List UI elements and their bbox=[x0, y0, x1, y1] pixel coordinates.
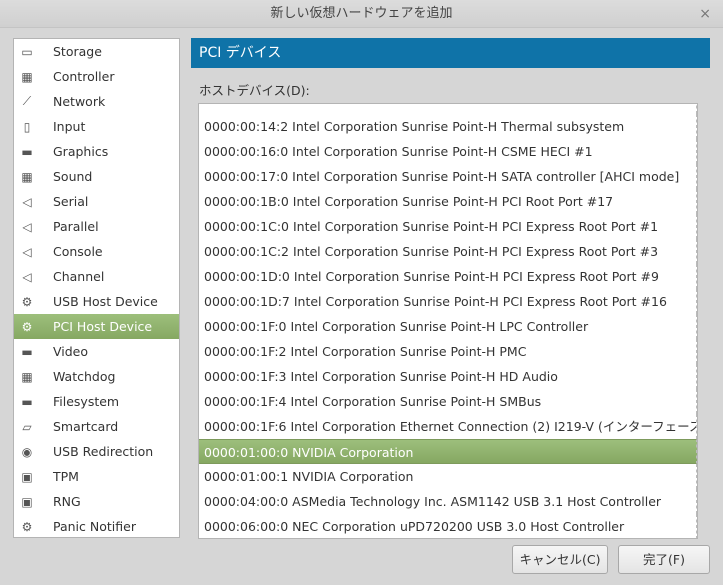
plug-icon: ◁ bbox=[22, 194, 32, 209]
network-icon: ⟋ bbox=[22, 94, 32, 108]
list-item-partial[interactable] bbox=[199, 104, 697, 114]
page-title: PCI デバイス bbox=[191, 38, 710, 68]
monitor-icon: ▬ bbox=[21, 144, 33, 159]
finish-button[interactable]: 完了(F) bbox=[618, 545, 710, 574]
mouse-icon: ▯ bbox=[23, 119, 31, 134]
list-item[interactable]: 0000:00:14:2 Intel Corporation Sunrise P… bbox=[199, 114, 697, 139]
list-item[interactable]: 0000:06:00:0 NEC Corporation uPD720200 U… bbox=[199, 514, 697, 538]
sidebar-item-label: Storage bbox=[53, 44, 102, 59]
list-item[interactable]: 0000:04:00:0 ASMedia Technology Inc. ASM… bbox=[199, 489, 697, 514]
sidebar-item-parallel[interactable]: ◁ Parallel bbox=[14, 214, 179, 239]
list-item[interactable]: 0000:01:00:1 NVIDIA Corporation bbox=[199, 464, 697, 489]
sidebar-item-video[interactable]: ▬ Video bbox=[14, 339, 179, 364]
folder-icon: ▬ bbox=[21, 394, 33, 409]
sidebar-item-label: Filesystem bbox=[53, 394, 120, 409]
sidebar-item-label: Controller bbox=[53, 69, 115, 84]
close-icon[interactable]: × bbox=[699, 0, 711, 28]
list-item[interactable]: 0000:00:16:0 Intel Corporation Sunrise P… bbox=[199, 139, 697, 164]
list-item[interactable]: 0000:00:1C:0 Intel Corporation Sunrise P… bbox=[199, 214, 697, 239]
plug-icon: ◁ bbox=[22, 244, 32, 259]
sidebar-item-label: USB Host Device bbox=[53, 294, 158, 309]
sidebar-item-controller[interactable]: ▦ Controller bbox=[14, 64, 179, 89]
watchdog-icon: ▦ bbox=[21, 369, 33, 384]
sidebar-item-label: Channel bbox=[53, 269, 105, 284]
sidebar-item-pci-host-device[interactable]: ⚙ PCI Host Device bbox=[14, 314, 179, 339]
list-item[interactable]: 0000:00:1D:7 Intel Corporation Sunrise P… bbox=[199, 289, 697, 314]
controller-icon: ▦ bbox=[21, 69, 33, 84]
list-item[interactable]: 0000:00:1F:6 Intel Corporation Ethernet … bbox=[199, 414, 697, 439]
list-item[interactable]: 0000:00:1F:3 Intel Corporation Sunrise P… bbox=[199, 364, 697, 389]
sidebar-item-panic-notifier[interactable]: ⚙ Panic Notifier bbox=[14, 514, 179, 539]
sidebar-item-label: Input bbox=[53, 119, 86, 134]
sidebar-item-usb-redirection[interactable]: ◉ USB Redirection bbox=[14, 439, 179, 464]
sound-card-icon: ▦ bbox=[21, 169, 33, 184]
sidebar-item-label: Sound bbox=[53, 169, 93, 184]
sidebar-item-input[interactable]: ▯ Input bbox=[14, 114, 179, 139]
plug-icon: ◁ bbox=[22, 269, 32, 284]
host-device-label: ホストデバイス(D): bbox=[199, 83, 310, 98]
cancel-button[interactable]: キャンセル(C) bbox=[512, 545, 608, 574]
sidebar-item-sound[interactable]: ▦ Sound bbox=[14, 164, 179, 189]
sidebar-item-label: Network bbox=[53, 94, 106, 109]
list-item[interactable]: 0000:00:1D:0 Intel Corporation Sunrise P… bbox=[199, 264, 697, 289]
list-item[interactable]: 0000:00:1F:0 Intel Corporation Sunrise P… bbox=[199, 314, 697, 339]
sidebar-item-watchdog[interactable]: ▦ Watchdog bbox=[14, 364, 179, 389]
sidebar-item-filesystem[interactable]: ▬ Filesystem bbox=[14, 389, 179, 414]
list-item[interactable]: 0000:01:00:0 NVIDIA Corporation bbox=[199, 439, 697, 464]
sidebar-item-label: USB Redirection bbox=[53, 444, 154, 459]
sidebar-item-tpm[interactable]: ▣ TPM bbox=[14, 464, 179, 489]
sidebar-item-label: Parallel bbox=[53, 219, 99, 234]
hardware-type-list[interactable]: ▭ Storage ▦ Controller ⟋ Network ▯ Input ▬ Graphi… bbox=[13, 38, 180, 538]
sidebar-item-serial[interactable]: ◁ Serial bbox=[14, 189, 179, 214]
list-item[interactable]: 0000:00:1F:4 Intel Corporation Sunrise P… bbox=[199, 389, 697, 414]
sidebar-item-label: PCI Host Device bbox=[53, 319, 153, 334]
list-item[interactable]: 0000:00:1B:0 Intel Corporation Sunrise P… bbox=[199, 189, 697, 214]
sidebar-item-label: Smartcard bbox=[53, 419, 119, 434]
sidebar-item-rng[interactable]: ▣ RNG bbox=[14, 489, 179, 514]
smartcard-icon: ▱ bbox=[22, 419, 32, 434]
sidebar-item-label: RNG bbox=[53, 494, 81, 509]
sidebar-item-label: Watchdog bbox=[53, 369, 116, 384]
sidebar-item-label: Serial bbox=[53, 194, 89, 209]
usb-icon: ◉ bbox=[21, 444, 33, 459]
host-device-list[interactable]: 0000:00:14:2 Intel Corporation Sunrise P… bbox=[198, 103, 698, 539]
gear-icon: ⚙ bbox=[21, 319, 33, 334]
sidebar-item-storage[interactable]: ▭ Storage bbox=[14, 39, 179, 64]
plug-icon: ◁ bbox=[22, 219, 32, 234]
monitor-icon: ▬ bbox=[21, 344, 33, 359]
chip-icon: ▣ bbox=[21, 469, 33, 484]
list-item[interactable]: 0000:00:1F:2 Intel Corporation Sunrise P… bbox=[199, 339, 697, 364]
chip-icon: ▣ bbox=[21, 494, 33, 509]
sidebar-item-label: TPM bbox=[53, 469, 79, 484]
sidebar-item-channel[interactable]: ◁ Channel bbox=[14, 264, 179, 289]
sidebar-item-network[interactable]: ⟋ Network bbox=[14, 89, 179, 114]
sidebar-item-usb-host-device[interactable]: ⚙ USB Host Device bbox=[14, 289, 179, 314]
gear-icon: ⚙ bbox=[21, 294, 33, 309]
sidebar-item-label: Graphics bbox=[53, 144, 109, 159]
sidebar-item-label: Video bbox=[53, 344, 89, 359]
sidebar-item-smartcard[interactable]: ▱ Smartcard bbox=[14, 414, 179, 439]
window-title: 新しい仮想ハードウェアを追加 bbox=[270, 6, 453, 21]
sidebar-item-console[interactable]: ◁ Console bbox=[14, 239, 179, 264]
storage-icon: ▭ bbox=[21, 44, 33, 59]
gear-icon: ⚙ bbox=[21, 519, 33, 534]
sidebar-item-label: Panic Notifier bbox=[53, 519, 136, 534]
sidebar-item-graphics[interactable]: ▬ Graphics bbox=[14, 139, 179, 164]
list-item[interactable]: 0000:00:1C:2 Intel Corporation Sunrise P… bbox=[199, 239, 697, 264]
list-item[interactable]: 0000:00:17:0 Intel Corporation Sunrise P… bbox=[199, 164, 697, 189]
title-bar: 新しい仮想ハードウェアを追加 × bbox=[0, 0, 723, 28]
sidebar-item-label: Console bbox=[53, 244, 103, 259]
